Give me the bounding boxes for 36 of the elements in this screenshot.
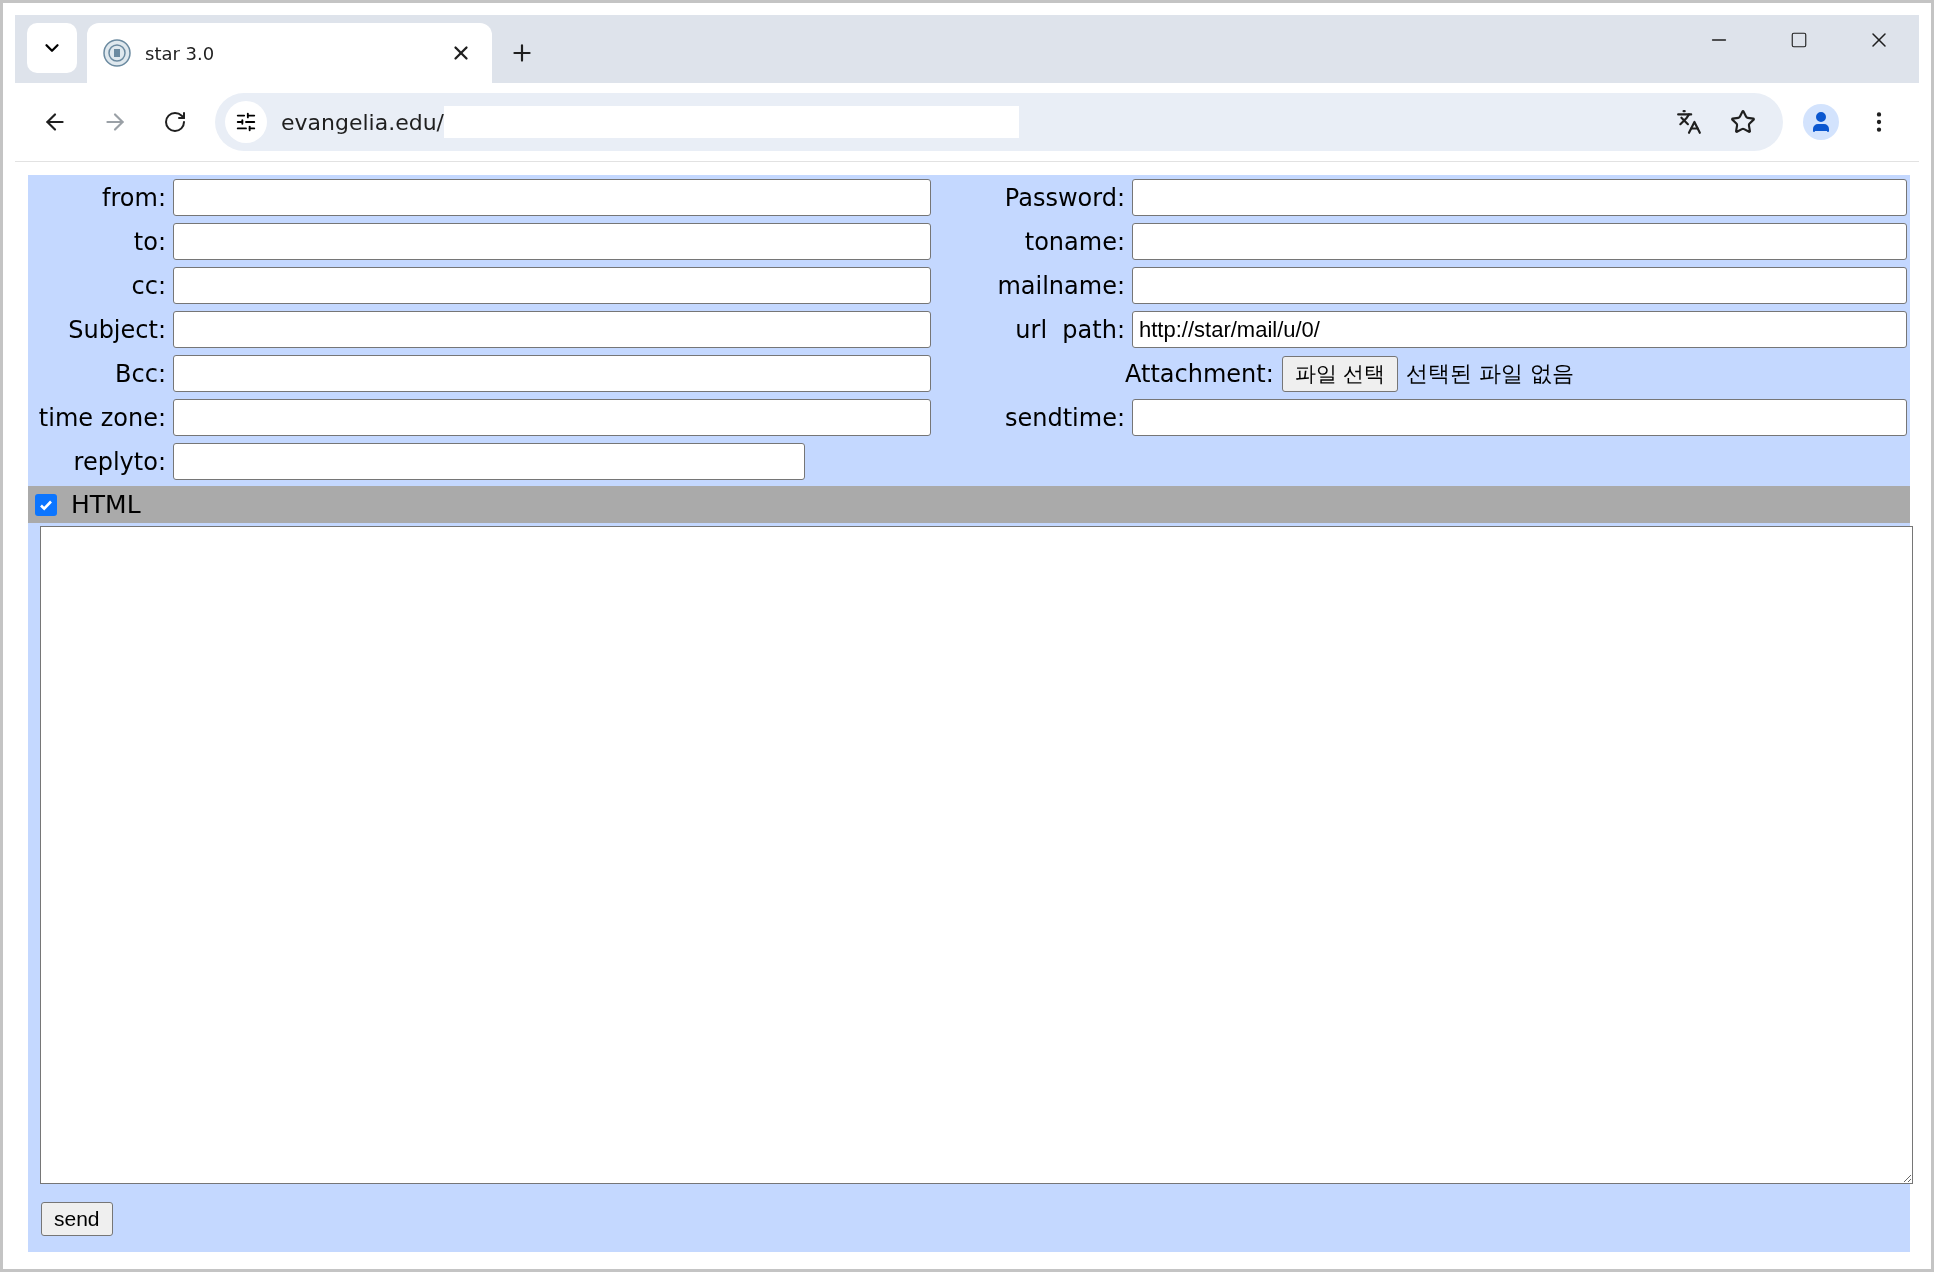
field-label: toname: [1024,227,1125,256]
field-label: Password: [1004,183,1125,212]
profile-icon[interactable] [1803,104,1839,140]
send-button[interactable]: send [41,1202,113,1236]
text-field[interactable] [173,311,931,348]
field-label: Attachment: [1125,359,1274,388]
text-field[interactable] [1132,179,1907,216]
text-field[interactable] [173,443,805,480]
field-label: to: [133,227,166,256]
text-field[interactable] [173,399,931,436]
field-label: time zone: [38,403,166,432]
field-label: Subject: [68,315,166,344]
text-field[interactable]: http://star/mail/u/0/ [1132,311,1907,348]
file-status-text: 선택된 파일 없음 [1406,359,1575,388]
field-label: mailname: [997,271,1125,300]
text-field[interactable] [1132,223,1907,260]
field-label: sendtime: [1004,403,1125,432]
tab-title: star 3.0 [145,42,216,64]
field-label: Bcc: [115,359,166,388]
text-field[interactable] [1132,267,1907,304]
checkbox-label: HTML [71,490,141,519]
browser-tab[interactable]: star 3.0 [87,23,492,83]
field-label: cc: [131,271,166,300]
address-text[interactable]: evangelia.edu/ [281,109,445,135]
field-label: from: [102,183,166,212]
text-field[interactable] [1132,399,1907,436]
site-settings-icon[interactable] [225,101,267,143]
html-checkbox[interactable] [35,493,57,516]
field-label: url path: [1015,315,1125,344]
field-label: replyto: [73,447,166,476]
text-field[interactable] [173,179,931,216]
seal-icon [103,39,131,67]
text-field[interactable] [173,267,931,304]
choose-file-button[interactable]: 파일 선택 [1281,355,1399,392]
text-field[interactable] [173,355,931,392]
text-field[interactable] [173,223,931,260]
